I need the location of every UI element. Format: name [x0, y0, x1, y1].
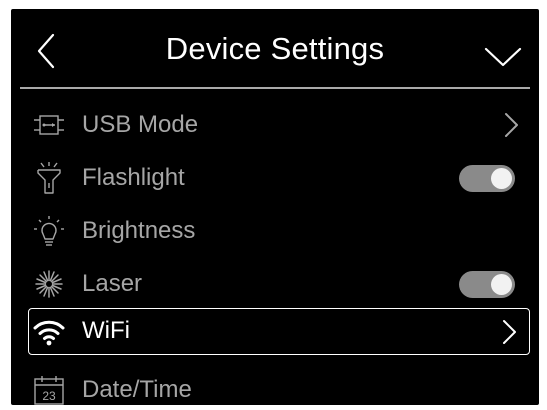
flashlight-toggle[interactable] [459, 165, 515, 192]
chevron-down-icon[interactable] [483, 45, 523, 69]
page-title: Device Settings [165, 31, 385, 66]
brightness-icon [34, 216, 64, 246]
flashlight-icon [37, 162, 61, 194]
chevron-right-icon [503, 320, 516, 344]
settings-item-date-time[interactable]: 23 Date/Time [27, 368, 531, 405]
settings-item-label: Brightness [82, 217, 196, 244]
settings-item-wifi[interactable]: WiFi [28, 308, 530, 355]
settings-item-label: Flashlight [82, 164, 185, 191]
laser-icon [35, 270, 63, 298]
settings-item-label: Date/Time [82, 376, 192, 403]
settings-item-usb-mode[interactable]: USB Mode [27, 103, 531, 147]
wifi-icon [33, 320, 65, 346]
usb-icon [34, 115, 64, 135]
settings-item-label: Laser [82, 270, 143, 297]
settings-item-label: USB Mode [82, 111, 199, 138]
calendar-day-text: 23 [42, 389, 56, 403]
settings-item-brightness[interactable]: Brightness [27, 209, 531, 253]
laser-toggle[interactable] [459, 271, 515, 298]
calendar-icon: 23 [34, 376, 64, 405]
header: Device Settings [11, 9, 539, 89]
settings-item-laser: Laser [27, 262, 531, 306]
toggle-knob [491, 168, 512, 189]
toggle-knob [491, 274, 512, 295]
header-divider [20, 87, 530, 89]
settings-item-flashlight: Flashlight [27, 156, 531, 200]
settings-item-label: WiFi [82, 317, 130, 344]
device-screen: Device Settings USB Mode Flashlight Brig… [11, 9, 539, 405]
chevron-right-icon [505, 113, 518, 137]
